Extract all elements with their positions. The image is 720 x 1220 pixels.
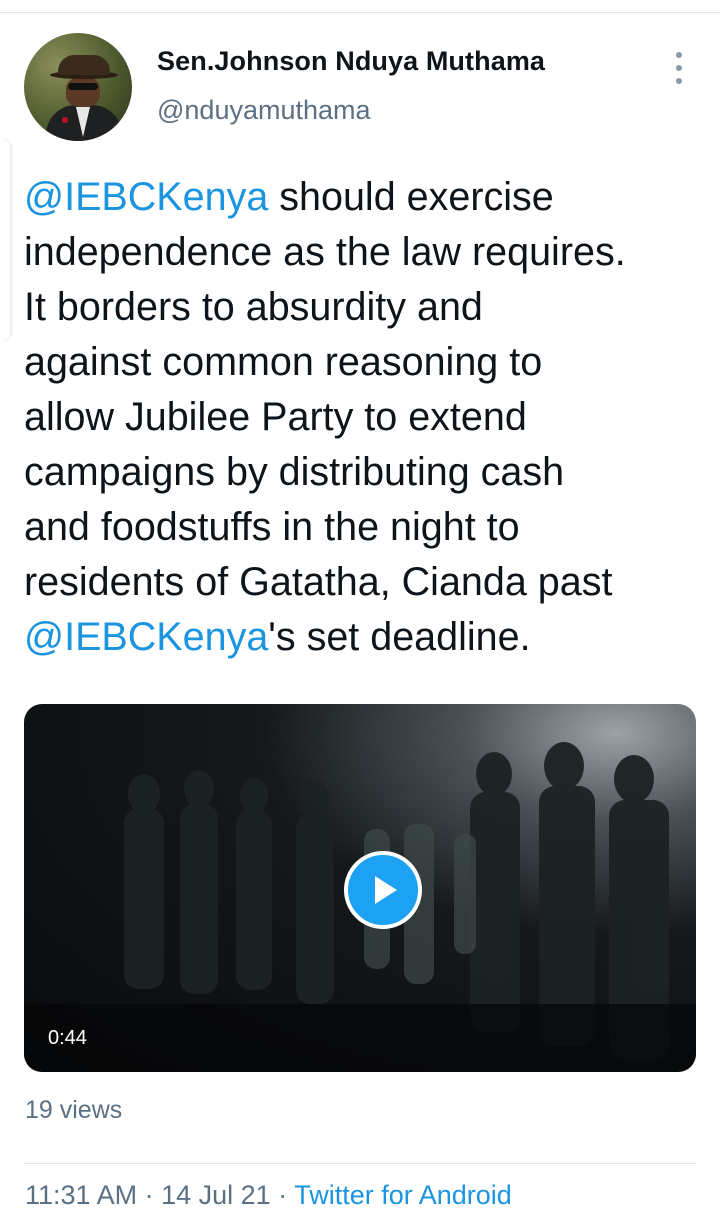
mention-link[interactable]: @IEBCKenya <box>24 615 268 659</box>
play-icon <box>375 876 397 904</box>
tweet-line: @IEBCKenya should exercise <box>24 175 554 219</box>
tweet-line: campaigns by distributing cash <box>24 450 565 494</box>
tweet-line: @IEBCKenya's set deadline. <box>24 615 531 659</box>
video-player[interactable] <box>24 704 696 1072</box>
video-duration: 0:44 <box>48 1027 87 1049</box>
side-panel-edge <box>0 140 11 340</box>
tweet-line: independence as the law requires. <box>24 230 626 274</box>
tweet-source-link[interactable]: Twitter for Android <box>294 1180 512 1210</box>
tweet-time: 11:31 AM <box>25 1180 138 1210</box>
view-count: 19 views <box>25 1096 123 1124</box>
avatar[interactable] <box>24 33 132 141</box>
more-vertical-icon[interactable] <box>671 52 687 84</box>
tweet-line: residents of Gatatha, Cianda past <box>24 560 613 604</box>
author-name[interactable]: Sen.Johnson Nduya Muthama <box>157 46 545 77</box>
tweet-date: 14 Jul 21 <box>161 1180 271 1210</box>
tweet-line: against common reasoning to <box>24 340 543 384</box>
tweet-meta: 11:31 AM · 14 Jul 21 · Twitter for Andro… <box>25 1180 512 1210</box>
tweet-line: allow Jubilee Party to extend <box>24 395 527 439</box>
tweet-line: and foodstuffs in the night to <box>24 505 520 549</box>
play-button[interactable] <box>344 851 422 929</box>
tweet-line: It borders to absurdity and <box>24 285 483 329</box>
author-handle[interactable]: @nduyamuthama <box>157 95 371 126</box>
top-divider <box>0 12 720 13</box>
mention-link[interactable]: @IEBCKenya <box>24 175 268 219</box>
tweet-text: @IEBCKenya should exercise independence … <box>24 170 704 665</box>
divider <box>24 1163 696 1164</box>
